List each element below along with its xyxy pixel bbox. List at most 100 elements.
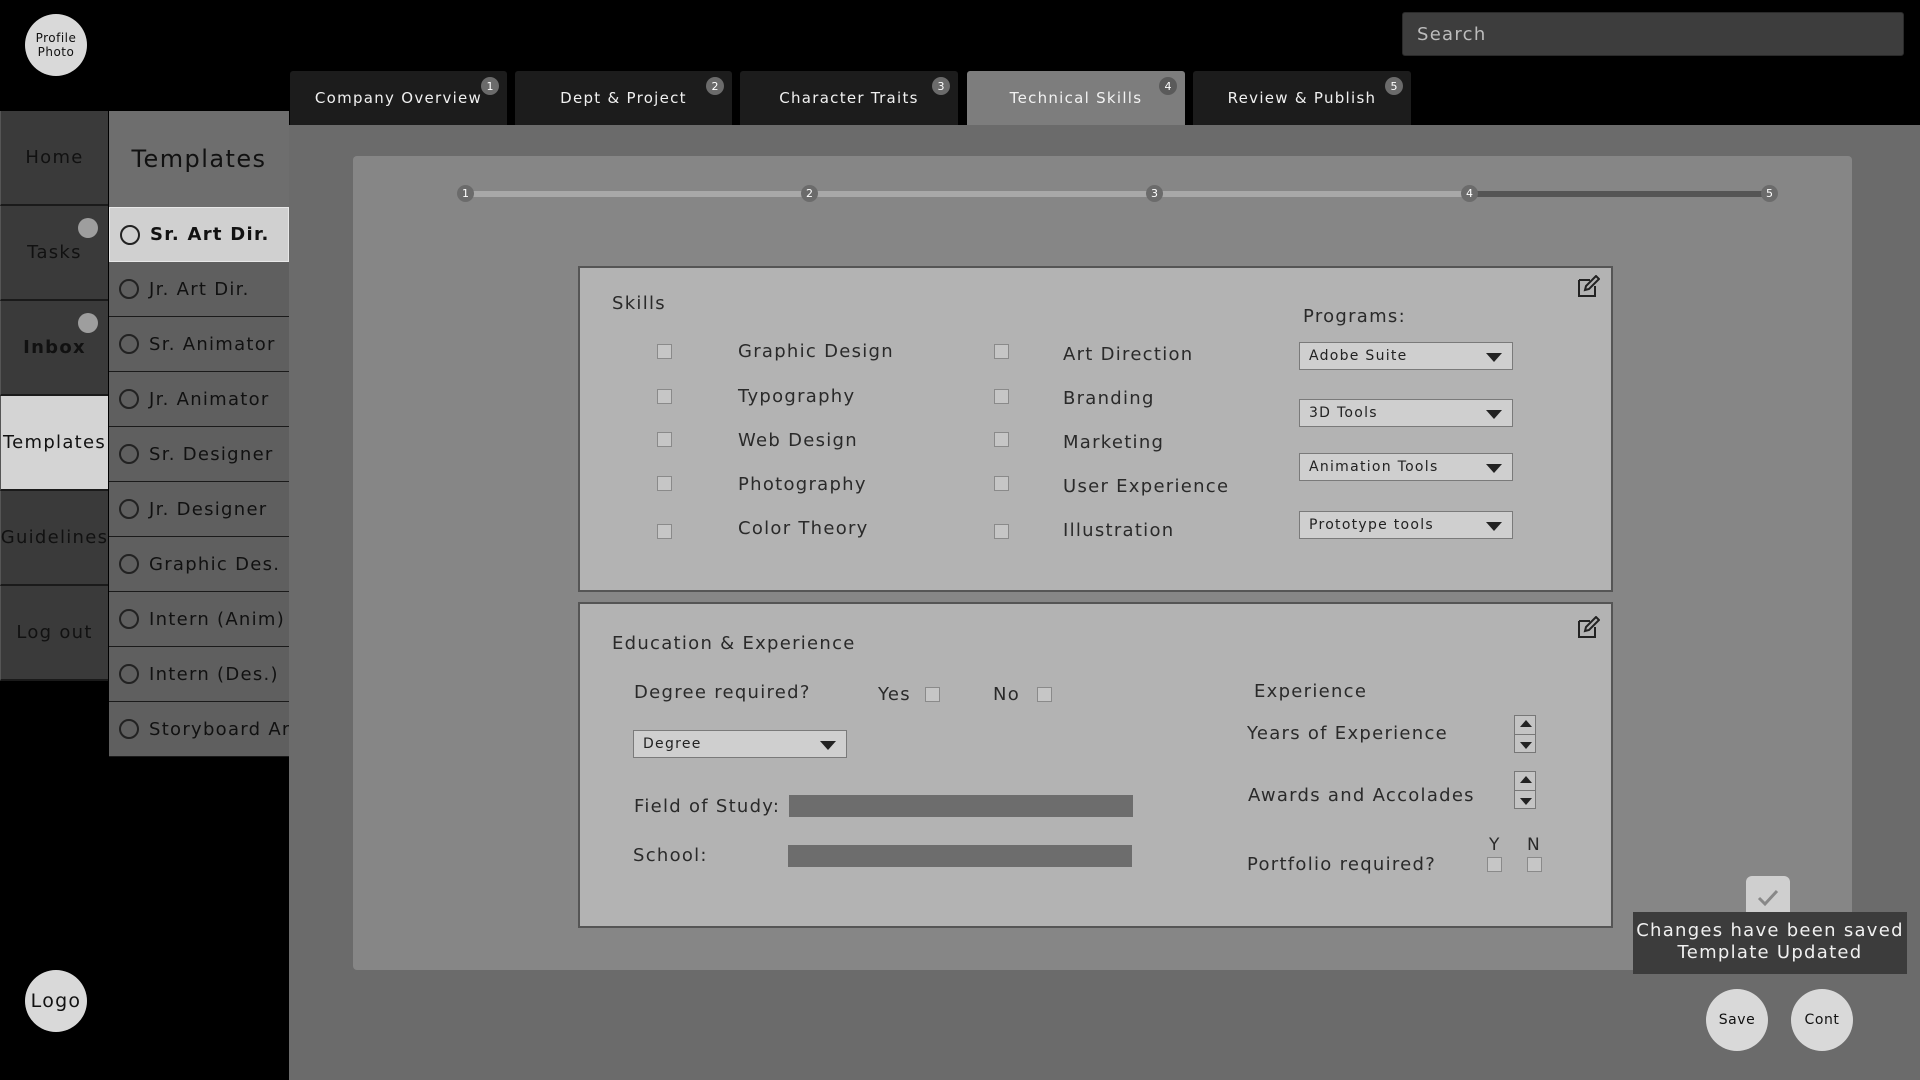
skill-checkbox-user-experience[interactable] [994,476,1009,491]
education-title: Education & Experience [612,633,856,654]
tab-label: Dept & Project [560,89,687,107]
search-placeholder: Search [1417,23,1487,45]
template-item-jr-art-dir[interactable]: Jr. Art Dir. [109,262,289,317]
template-item-storyboard-art[interactable]: Storyboard Art [109,702,289,757]
edit-icon[interactable] [1576,275,1600,299]
skills-title: Skills [612,293,666,314]
years-of-experience-stepper[interactable] [1514,715,1536,753]
skill-checkbox-color-theory[interactable] [657,524,672,539]
programs-select-prototype-tools[interactable]: Prototype tools [1299,511,1513,539]
skill-label: Graphic Design [738,341,894,362]
skill-label: Illustration [1063,520,1175,541]
programs-select-animation-tools[interactable]: Animation Tools [1299,453,1513,481]
tab-badge: 4 [1159,77,1177,95]
template-item-sr-art-dir[interactable]: Sr. Art Dir. [109,207,289,262]
chevron-down-icon[interactable] [1520,798,1532,805]
tab-badge: 5 [1385,77,1403,95]
template-item-intern-anim[interactable]: Intern (Anim) [109,592,289,647]
template-item-sr-designer[interactable]: Sr. Designer [109,427,289,482]
chevron-down-icon[interactable] [1520,742,1532,749]
degree-no-checkbox[interactable] [1037,687,1052,702]
progress-step-1[interactable]: 1 [457,185,474,202]
chevron-down-icon [1486,464,1502,473]
logo: Logo [25,970,87,1032]
progress-step-4[interactable]: 4 [1461,185,1478,202]
toast-line1: Changes have been saved [1636,920,1904,941]
skill-checkbox-photography[interactable] [657,476,672,491]
skill-checkbox-branding[interactable] [994,389,1009,404]
skill-checkbox-graphic-design[interactable] [657,344,672,359]
template-label: Sr. Animator [149,333,276,355]
template-label: Sr. Art Dir. [150,224,270,245]
save-toast: Changes have been saved Template Updated [1633,912,1907,974]
template-label: Jr. Art Dir. [149,278,250,300]
tab-review-publish[interactable]: Review & Publish 5 [1193,71,1411,125]
portfolio-n-label: N [1527,835,1541,855]
template-item-intern-des[interactable]: Intern (Des.) [109,647,289,702]
programs-select-3d-tools[interactable]: 3D Tools [1299,399,1513,427]
awards-stepper[interactable] [1514,771,1536,809]
skill-checkbox-art-direction[interactable] [994,344,1009,359]
profile-photo-line1: Profile [35,31,77,45]
radio-icon [119,389,139,409]
nav-item-tasks[interactable]: Tasks [0,206,108,301]
progress-step-2[interactable]: 2 [801,185,818,202]
radio-icon [120,224,140,245]
nav-item-inbox[interactable]: Inbox [0,301,108,396]
nav-item-home[interactable]: Home [0,111,108,206]
nav-label: Inbox [23,337,86,358]
progress-step-3[interactable]: 3 [1146,185,1163,202]
template-item-jr-designer[interactable]: Jr. Designer [109,482,289,537]
chevron-up-icon[interactable] [1520,720,1532,727]
radio-icon [119,609,139,629]
chevron-up-icon[interactable] [1520,776,1532,783]
field-of-study-input[interactable] [789,795,1133,817]
skill-label: Web Design [738,430,858,451]
nav-item-guidelines[interactable]: Guidelines [0,491,108,586]
degree-yes-label: Yes [878,684,911,705]
school-input[interactable] [788,845,1132,867]
degree-select[interactable]: Degree [633,730,847,758]
degree-yes-checkbox[interactable] [925,687,940,702]
profile-photo[interactable]: Profile Photo [25,14,87,76]
template-item-graphic-des[interactable]: Graphic Des. [109,537,289,592]
skill-label: Marketing [1063,432,1165,453]
toast-line2: Template Updated [1677,942,1863,963]
nav-item-logout[interactable]: Log out [0,586,108,681]
portfolio-yes-checkbox[interactable] [1487,857,1502,872]
continue-button[interactable]: Cont [1791,989,1853,1051]
template-item-jr-animator[interactable]: Jr. Animator [109,372,289,427]
template-label: Sr. Designer [149,443,274,465]
select-value: Degree [643,736,702,752]
tab-dept-project[interactable]: Dept & Project 2 [515,71,732,125]
select-value: Adobe Suite [1309,348,1408,364]
progress-step-5[interactable]: 5 [1761,185,1778,202]
tab-technical-skills[interactable]: Technical Skills 4 [967,71,1185,125]
programs-label: Programs: [1303,306,1406,327]
stepper-divider [1515,790,1535,791]
portfolio-no-checkbox[interactable] [1527,857,1542,872]
search-input[interactable]: Search [1402,12,1904,56]
tab-company-overview[interactable]: Company Overview 1 [290,71,507,125]
radio-icon [119,719,139,739]
template-label: Intern (Anim) [149,608,286,630]
skill-checkbox-marketing[interactable] [994,432,1009,447]
template-label: Jr. Designer [149,498,268,520]
nav-label: Tasks [27,242,82,263]
programs-select-adobe-suite[interactable]: Adobe Suite [1299,342,1513,370]
awards-label: Awards and Accolades [1248,785,1475,806]
tab-character-traits[interactable]: Character Traits 3 [740,71,958,125]
save-button[interactable]: Save [1706,989,1768,1051]
radio-icon [119,279,139,299]
nav-item-templates[interactable]: Templates [0,396,108,491]
skill-label: Photography [738,474,867,495]
progress-remaining [1469,191,1769,197]
skill-checkbox-typography[interactable] [657,389,672,404]
template-item-sr-animator[interactable]: Sr. Animator [109,317,289,372]
templates-panel: Templates Sr. Art Dir. Jr. Art Dir. Sr. … [109,111,289,757]
tab-badge: 3 [932,77,950,95]
edit-icon[interactable] [1576,616,1600,640]
skill-checkbox-web-design[interactable] [657,432,672,447]
skill-label: User Experience [1063,476,1230,497]
skill-checkbox-illustration[interactable] [994,524,1009,539]
